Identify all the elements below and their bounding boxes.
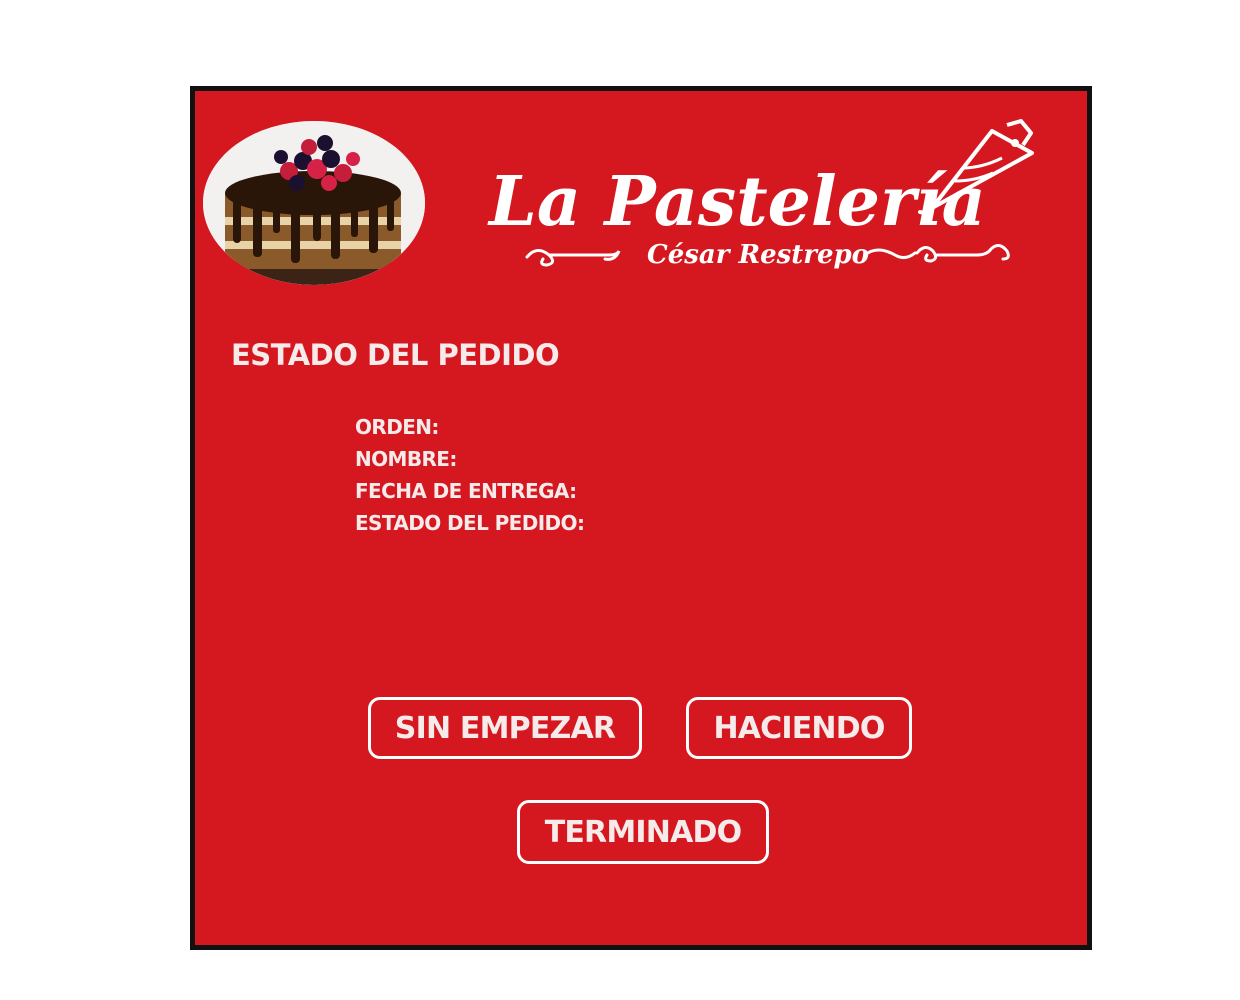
- order-details: ORDEN: NOMBRE: FECHA DE ENTREGA: ESTADO …: [355, 411, 592, 539]
- cake-photo: [203, 121, 425, 285]
- page-title: ESTADO DEL PEDIDO: [231, 338, 560, 372]
- order-status-row: ESTADO DEL PEDIDO:: [355, 507, 592, 539]
- brand-owner: César Restrepo: [647, 240, 869, 270]
- order-status-label: ESTADO DEL PEDIDO:: [355, 511, 585, 535]
- brand-name: La Pastelería: [487, 162, 986, 242]
- not-started-button[interactable]: SIN EMPEZAR: [368, 697, 642, 759]
- finished-button[interactable]: TERMINADO: [517, 800, 769, 864]
- in-progress-button[interactable]: HACIENDO: [686, 697, 912, 759]
- order-number-label: ORDEN:: [355, 415, 439, 439]
- delivery-date-label: FECHA DE ENTREGA:: [355, 479, 577, 503]
- app-window: La Pastelería César Restrepo ESTADO DEL …: [190, 86, 1092, 950]
- brand-logo: La Pastelería César Restrepo: [487, 113, 1047, 273]
- customer-name-row: NOMBRE:: [355, 443, 592, 475]
- delivery-date-row: FECHA DE ENTREGA:: [355, 475, 592, 507]
- order-number-row: ORDEN:: [355, 411, 592, 443]
- customer-name-label: NOMBRE:: [355, 447, 457, 471]
